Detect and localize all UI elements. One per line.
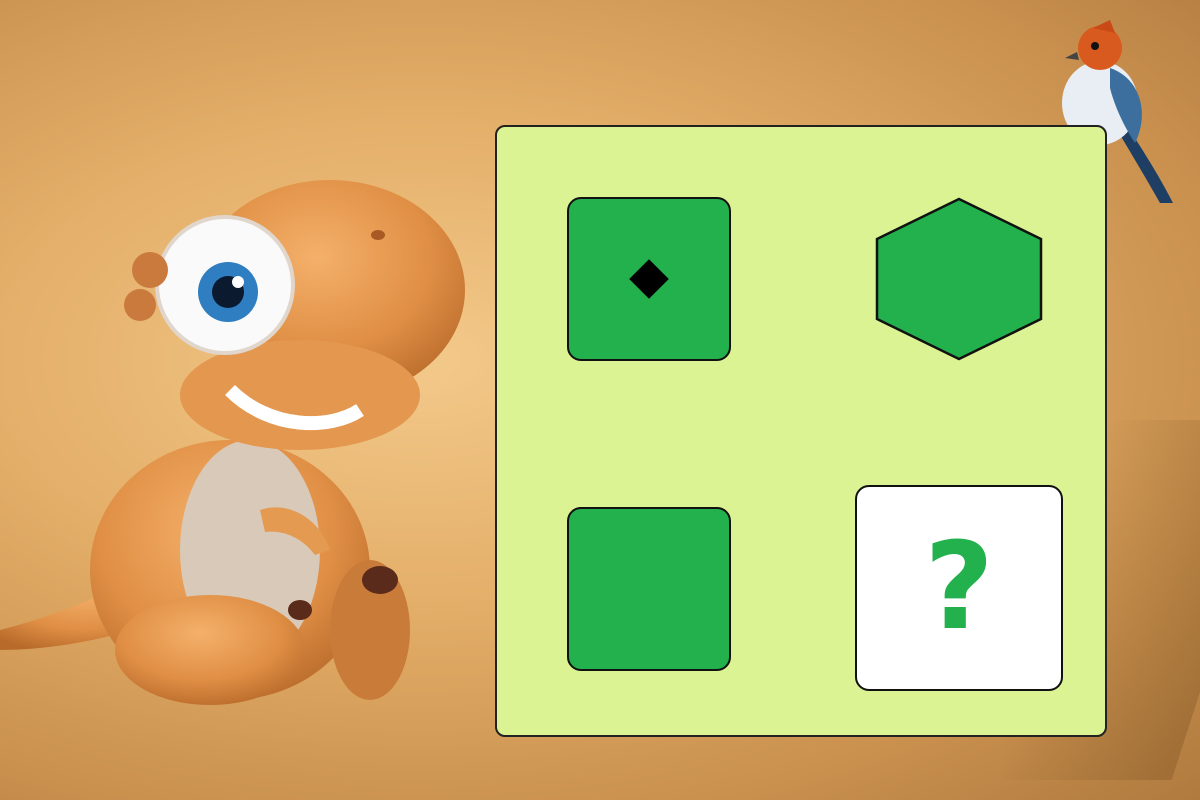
tile-plain-square bbox=[567, 507, 731, 671]
tile-square-with-diamond bbox=[567, 197, 731, 361]
answer-tile[interactable]: ? bbox=[855, 485, 1063, 691]
dinosaur-illustration bbox=[0, 180, 465, 705]
diamond-mark bbox=[629, 259, 669, 299]
tile-hexagon bbox=[875, 197, 1043, 361]
question-mark: ? bbox=[924, 518, 994, 657]
puzzle-board: ? bbox=[495, 125, 1107, 737]
